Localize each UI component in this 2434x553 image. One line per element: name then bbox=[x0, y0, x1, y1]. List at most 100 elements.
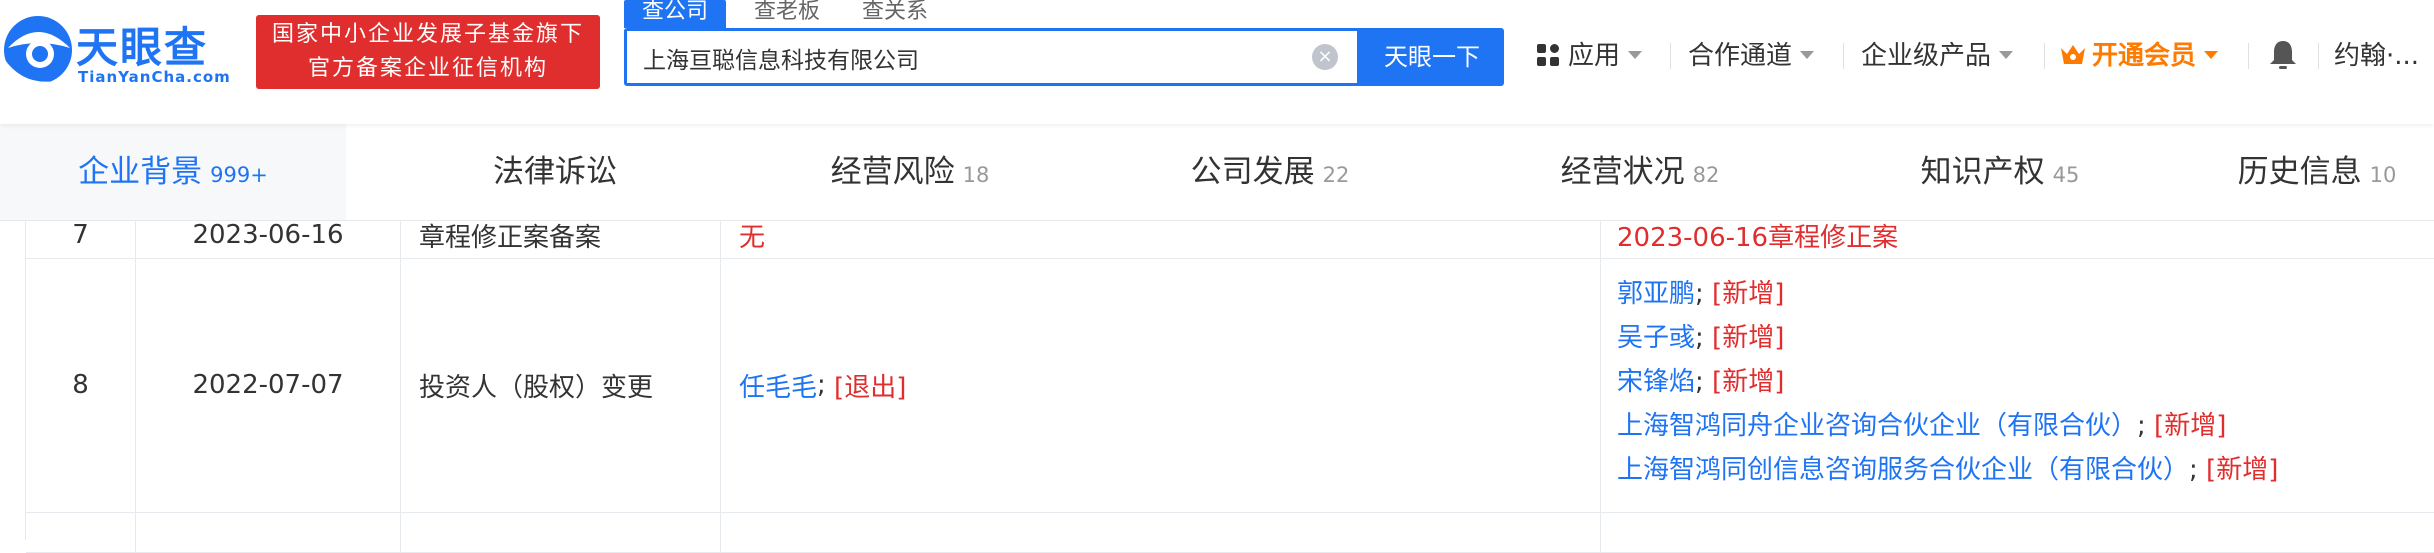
tab-label: 经营风险 bbox=[830, 154, 955, 190]
row-type-cell bbox=[401, 512, 721, 552]
tab-count: 10 bbox=[2369, 163, 2397, 187]
tab-label: 知识产权 bbox=[1920, 154, 2045, 190]
tab-count: 18 bbox=[962, 163, 990, 187]
row-index: 7 bbox=[72, 220, 89, 250]
new-tag: [新增] bbox=[2206, 455, 2279, 485]
list-item: 吴子彧; [新增] bbox=[1617, 316, 2434, 360]
separator: ; bbox=[2137, 411, 2155, 441]
list-item: 上海智鸿同舟企业咨询合伙企业（有限合伙）; [新增] bbox=[1617, 404, 2434, 448]
row-before: 无 bbox=[739, 222, 766, 253]
row-date-cell: 2022-07-07 bbox=[136, 258, 401, 512]
tab-count: 22 bbox=[1322, 163, 1350, 187]
official-badge: 国家中小企业发展子基金旗下 官方备案企业征信机构 bbox=[256, 15, 600, 89]
new-tag: [新增] bbox=[1712, 323, 1785, 353]
search-input[interactable] bbox=[641, 31, 1285, 85]
tab-label: 法律诉讼 bbox=[493, 154, 617, 190]
chevron-down-icon bbox=[1999, 50, 2014, 59]
crown-icon bbox=[2061, 44, 2085, 64]
new-tag: [新增] bbox=[1712, 279, 1785, 309]
logo[interactable]: 天眼查 TianYanCha.com bbox=[0, 8, 245, 90]
investor-link[interactable]: 郭亚鹏 bbox=[1617, 279, 1695, 309]
tab-label: 企业背景 bbox=[78, 154, 203, 190]
tab-search-boss[interactable]: 查老板 bbox=[754, 0, 820, 28]
divider bbox=[2318, 43, 2319, 69]
apps-grid-icon bbox=[1537, 43, 1559, 66]
search-button[interactable]: 天眼一下 bbox=[1360, 28, 1504, 86]
tab-label: 经营状况 bbox=[1560, 154, 1685, 190]
row-before-cell: 任毛毛; [退出] bbox=[721, 258, 1601, 512]
investor-link[interactable]: 吴子彧 bbox=[1617, 323, 1695, 353]
divider bbox=[2248, 43, 2249, 69]
list-item: 上海智鸿同创信息咨询服务合伙企业（有限合伙）; [新增] bbox=[1617, 448, 2434, 492]
divider bbox=[2044, 43, 2045, 69]
separator: ; bbox=[2189, 455, 2207, 485]
tab-operations[interactable]: 经营状况 82 bbox=[1490, 124, 1790, 220]
tab-count: 45 bbox=[2052, 163, 2080, 187]
row-index-cell: 8 bbox=[26, 258, 136, 512]
row-type-cell: 投资人（股权）变更 bbox=[401, 258, 721, 512]
nav-apps-label: 应用 bbox=[1568, 41, 1621, 71]
row-before-cell bbox=[721, 512, 1601, 552]
investor-link[interactable]: 上海智鸿同创信息咨询服务合伙企业（有限合伙） bbox=[1617, 455, 2189, 485]
row-after-cell: 郭亚鹏; [新增] 吴子彧; [新增] 宋锋焰; [新增] 上海智鸿同舟企业咨询… bbox=[1601, 258, 2434, 512]
chevron-down-icon bbox=[1800, 50, 1815, 59]
investor-link[interactable]: 宋锋焰 bbox=[1617, 367, 1695, 397]
tab-ip[interactable]: 知识产权 45 bbox=[1850, 124, 2150, 220]
nav-apps[interactable]: 应用 bbox=[1536, 36, 1643, 76]
tianyancha-logo-icon bbox=[0, 16, 72, 87]
new-tag: [新增] bbox=[1712, 367, 1785, 397]
badge-line: 国家中小企业发展子基金旗下 bbox=[271, 22, 584, 47]
investor-link[interactable]: 上海智鸿同舟企业咨询合伙企业（有限合伙） bbox=[1617, 411, 2137, 441]
logo-text: 天眼查 bbox=[76, 23, 209, 72]
nav-vip[interactable]: 开通会员 bbox=[2060, 36, 2219, 76]
bell-icon bbox=[2270, 40, 2296, 69]
chevron-down-icon bbox=[1628, 50, 1643, 59]
row-index-cell bbox=[26, 512, 136, 552]
investor-link[interactable]: 任毛毛 bbox=[739, 367, 817, 404]
nav-enterprise-label: 企业级产品 bbox=[1861, 41, 1992, 71]
list-item: 郭亚鹏; [新增] bbox=[1617, 272, 2434, 316]
badge-line: 官方备案企业征信机构 bbox=[307, 56, 548, 81]
list-item: 宋锋焰; [新增] bbox=[1617, 360, 2434, 404]
notifications[interactable] bbox=[2268, 36, 2298, 76]
row-after-cell bbox=[1601, 512, 2434, 552]
tab-legal[interactable]: 法律诉讼 bbox=[420, 124, 690, 220]
tab-label: 历史信息 bbox=[2237, 154, 2362, 190]
separator: ; bbox=[1695, 323, 1713, 353]
logo-domain: TianYanCha.com bbox=[78, 68, 231, 86]
divider bbox=[1670, 43, 1671, 69]
chevron-down-icon bbox=[2204, 50, 2219, 59]
search-box: × bbox=[624, 28, 1360, 86]
clear-icon[interactable]: × bbox=[1312, 44, 1338, 70]
tab-search-company[interactable]: 查公司 bbox=[624, 0, 727, 28]
nav-enterprise[interactable]: 企业级产品 bbox=[1861, 36, 2014, 76]
nav-vip-label: 开通会员 bbox=[2092, 41, 2197, 71]
nav-partner-label: 合作通道 bbox=[1688, 41, 1793, 71]
change-records-table: 7 2023-06-16 章程修正案备案 无 2023-06-16章程修正案 8… bbox=[25, 200, 2434, 553]
row-date: 2022-07-07 bbox=[192, 370, 344, 400]
tab-risk[interactable]: 经营风险 18 bbox=[760, 124, 1060, 220]
row-index: 8 bbox=[72, 370, 89, 400]
new-tag: [新增] bbox=[2154, 411, 2227, 441]
separator: ; bbox=[1695, 279, 1713, 309]
row-date-cell bbox=[136, 512, 401, 552]
separator: ; bbox=[817, 370, 835, 400]
table-row: 8 2022-07-07 投资人（股权）变更 任毛毛; [退出] 郭亚鹏; [新… bbox=[26, 258, 2434, 513]
separator: ; bbox=[1695, 367, 1713, 397]
row-type: 章程修正案备案 bbox=[419, 222, 602, 253]
row-after: 2023-06-16章程修正案 bbox=[1617, 222, 1899, 253]
table-row bbox=[26, 512, 2434, 553]
site-header: 天眼查 TianYanCha.com 国家中小企业发展子基金旗下 官方备案企业征… bbox=[0, 0, 2434, 124]
row-type: 投资人（股权）变更 bbox=[419, 372, 654, 403]
user-menu[interactable]: 约翰·... bbox=[2334, 36, 2419, 76]
tab-development[interactable]: 公司发展 22 bbox=[1120, 124, 1420, 220]
tab-search-relation[interactable]: 查关系 bbox=[862, 0, 928, 28]
row-date: 2023-06-16 bbox=[192, 220, 344, 250]
tab-label: 公司发展 bbox=[1190, 154, 1315, 190]
tab-count: 82 bbox=[1692, 163, 1720, 187]
section-tabbar: 企业背景 999+ 法律诉讼 经营风险 18 公司发展 22 经营状况 82 知识产权 4… bbox=[0, 124, 2434, 221]
nav-partner[interactable]: 合作通道 bbox=[1688, 36, 1815, 76]
tab-history[interactable]: 历史信息 10 bbox=[2200, 124, 2434, 220]
tab-background[interactable]: 企业背景 999+ bbox=[0, 124, 346, 220]
tab-count: 999+ bbox=[210, 163, 268, 187]
